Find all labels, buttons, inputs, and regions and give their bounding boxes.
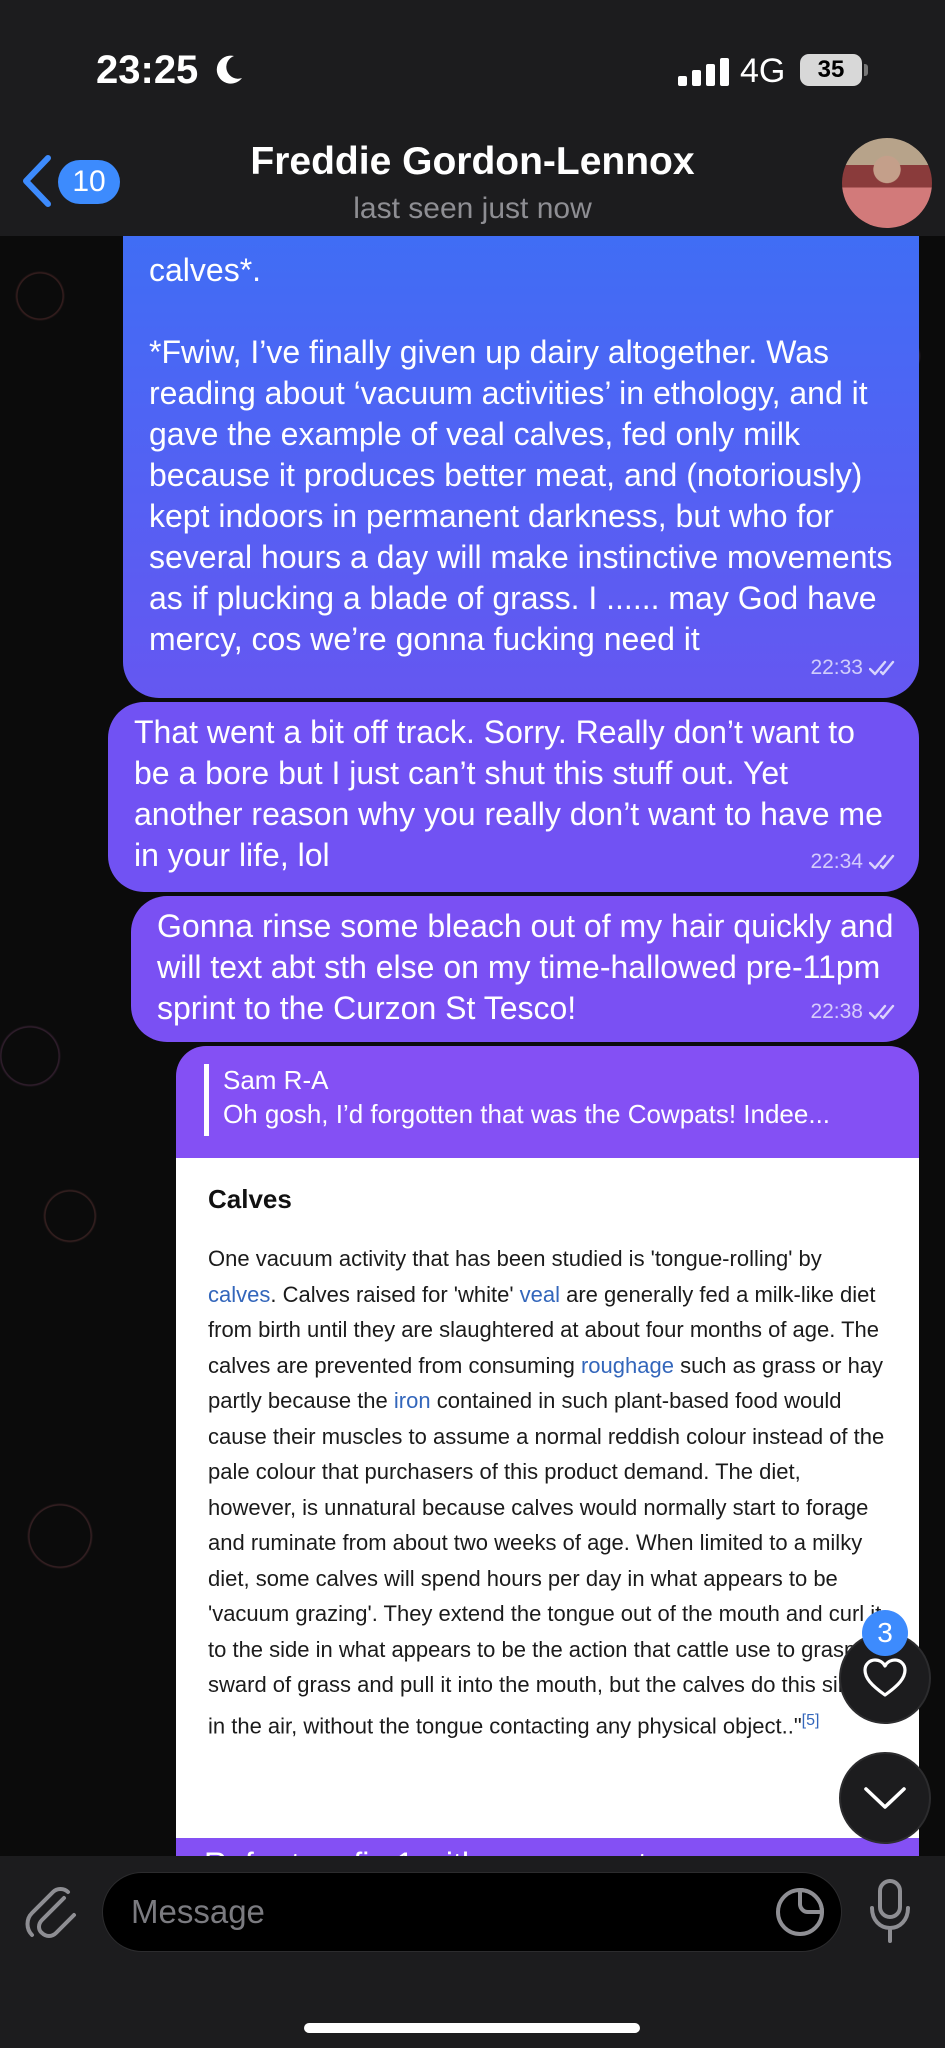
- quoted-message-bubble[interactable]: Sam R-A Oh gosh, I’d forgotten that was …: [176, 1046, 919, 1856]
- network-type: 4G: [740, 52, 786, 90]
- chat-area[interactable]: calves*. *Fwiw, I’ve finally given up da…: [0, 236, 945, 1856]
- avatar[interactable]: [842, 138, 932, 228]
- top-bar: 23:25 4G 35 10 Freddie Gordon-Lennox las…: [0, 0, 945, 236]
- reference-link[interactable]: [5]: [802, 1712, 820, 1729]
- message-bubble[interactable]: calves*. *Fwiw, I’ve finally given up da…: [123, 236, 919, 698]
- message-meta: 22:34: [810, 841, 899, 882]
- status-time: 23:25: [96, 48, 199, 92]
- moon-icon: [216, 55, 242, 84]
- message-text: Gonna rinse some bleach out of my hair q…: [157, 908, 903, 1026]
- double-check-icon: [869, 1004, 895, 1019]
- link-veal[interactable]: veal: [520, 1282, 560, 1307]
- quote-text: One vacuum activity that has been studie…: [208, 1246, 822, 1271]
- double-check-icon: [869, 660, 895, 675]
- reply-snippet: Oh gosh, I’d forgotten that was the Cowp…: [223, 1099, 831, 1129]
- heart-icon: [863, 1658, 907, 1697]
- link-iron[interactable]: iron: [394, 1388, 431, 1413]
- chevron-down-icon: [864, 1787, 906, 1809]
- battery-indicator: 35: [800, 54, 862, 86]
- message-text: calves*. *Fwiw, I’ve finally given up da…: [149, 252, 893, 657]
- scroll-down-button[interactable]: [839, 1752, 931, 1844]
- reply-author: Sam R-A: [223, 1065, 329, 1095]
- quote-title: Calves: [208, 1184, 292, 1214]
- composer-bar: [0, 1856, 945, 2048]
- message-time: 22:34: [810, 850, 863, 873]
- message-meta: 22:38: [810, 991, 899, 1032]
- last-seen-status: last seen just now: [353, 192, 592, 225]
- battery-tip: [864, 64, 868, 76]
- message-bubble[interactable]: Gonna rinse some bleach out of my hair q…: [131, 896, 919, 1042]
- message-text-partial: Refer to p fig 1 with a comment: [204, 1846, 647, 1856]
- quote-body: One vacuum activity that has been studie…: [208, 1241, 888, 1743]
- message-bubble[interactable]: That went a bit off track. Sorry. Really…: [108, 702, 919, 892]
- double-check-icon: [869, 854, 895, 869]
- link-calves[interactable]: calves: [208, 1282, 270, 1307]
- message-input[interactable]: [102, 1872, 842, 1952]
- message-time: 22:33: [810, 656, 863, 679]
- quote-text: contained in such plant-based food would…: [208, 1388, 885, 1738]
- microphone-icon[interactable]: [868, 1878, 912, 1944]
- signal-icon: [678, 58, 729, 86]
- quote-card: Calves One vacuum activity that has been…: [176, 1158, 919, 1838]
- message-time: 22:38: [810, 1000, 863, 1023]
- message-meta: 22:33: [810, 647, 899, 688]
- paperclip-icon[interactable]: [24, 1880, 78, 1940]
- chat-title[interactable]: Freddie Gordon-Lennox: [0, 140, 945, 184]
- message-text: That went a bit off track. Sorry. Really…: [134, 714, 892, 873]
- reaction-count-badge: 3: [862, 1610, 908, 1656]
- sticker-icon[interactable]: [774, 1886, 826, 1938]
- reply-preview[interactable]: Sam R-A Oh gosh, I’d forgotten that was …: [204, 1064, 894, 1136]
- quote-text: . Calves raised for 'white': [270, 1281, 520, 1307]
- link-roughage[interactable]: roughage: [581, 1353, 674, 1378]
- home-indicator: [304, 2023, 640, 2033]
